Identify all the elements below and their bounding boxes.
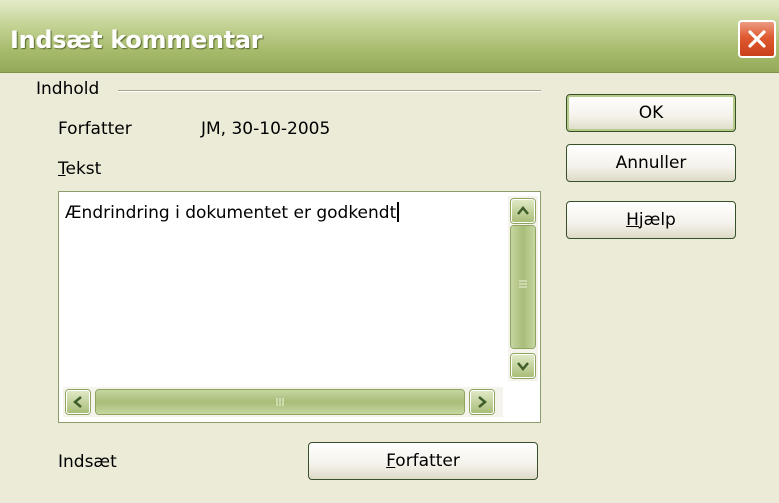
horizontal-scroll-thumb[interactable] <box>96 390 464 414</box>
insert-comment-dialog: Indsæt kommentar Indhold Forfatter JM, 3… <box>0 0 779 503</box>
scroll-up-button[interactable] <box>511 199 535 223</box>
insert-author-button[interactable]: Forfatter <box>308 442 538 480</box>
horizontal-scrollbar[interactable] <box>63 387 503 417</box>
close-button[interactable] <box>738 20 776 58</box>
chevron-right-icon <box>478 396 487 408</box>
text-caret <box>397 202 400 222</box>
author-label: Forfatter <box>58 119 132 139</box>
cancel-button[interactable]: Annuller <box>566 144 736 182</box>
title-bar[interactable]: Indsæt kommentar <box>0 0 779 73</box>
chevron-down-icon <box>517 362 529 371</box>
chevron-up-icon <box>517 206 529 215</box>
text-label: Tekst <box>58 159 102 179</box>
comment-text: Ændrindring i dokumentet er godkendt <box>65 202 400 223</box>
close-icon <box>748 30 766 48</box>
author-value: JM, 30-10-2005 <box>201 119 331 139</box>
group-label-content: Indhold <box>36 79 100 99</box>
comment-text-value: Ændrindring i dokumentet er godkendt <box>65 203 397 223</box>
group-divider <box>118 90 541 92</box>
comment-textarea[interactable]: Ændrindring i dokumentet er godkendt <box>58 191 541 423</box>
chevron-left-icon <box>73 396 82 408</box>
vertical-scroll-thumb[interactable] <box>511 226 535 348</box>
insert-label: Indsæt <box>58 452 117 472</box>
help-button[interactable]: Hjælp <box>566 201 736 239</box>
vertical-scrollbar[interactable] <box>508 196 538 381</box>
grip-icon <box>276 398 284 406</box>
scroll-right-button[interactable] <box>470 390 494 414</box>
dialog-title: Indsæt kommentar <box>10 26 263 54</box>
scroll-down-button[interactable] <box>511 354 535 378</box>
ok-button[interactable]: OK <box>566 94 736 132</box>
grip-icon <box>519 280 527 288</box>
scroll-left-button[interactable] <box>66 390 90 414</box>
